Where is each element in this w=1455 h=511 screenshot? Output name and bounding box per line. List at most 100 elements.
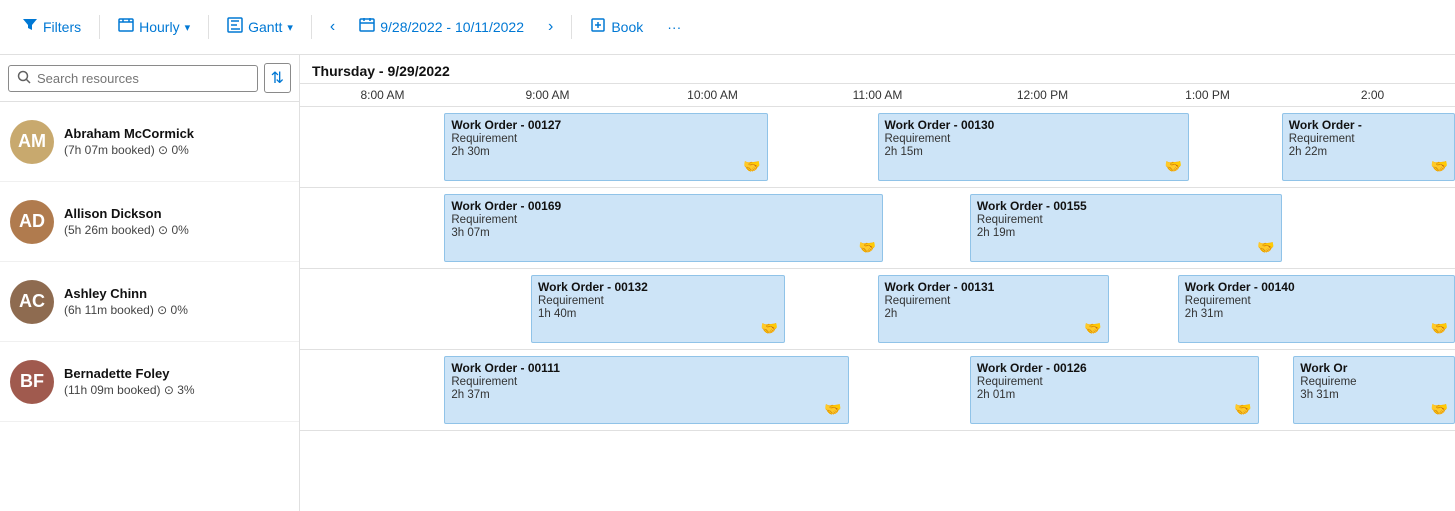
- gantt-timeline-header: 8:00 AM9:00 AM10:00 AM11:00 AM12:00 PM1:…: [300, 84, 1455, 107]
- gantt-label: Gantt: [248, 19, 282, 35]
- resource-name: Abraham McCormick: [64, 126, 289, 141]
- sort-icon: ⇅: [271, 70, 284, 87]
- work-order-title: Work Order - 00169: [451, 199, 876, 213]
- gantt-date-header: Thursday - 9/29/2022: [300, 55, 1455, 84]
- handshake-icon: 🤝: [824, 401, 841, 418]
- search-icon: [17, 70, 31, 87]
- resource-item[interactable]: AM Abraham McCormick (7h 07m booked) ⊙ 0…: [0, 102, 299, 182]
- timeline-hour: 1:00 PM: [1125, 88, 1290, 102]
- work-order-title: Work Order -: [1289, 118, 1448, 132]
- book-button[interactable]: Book: [580, 12, 653, 43]
- hourly-chevron: ▾: [185, 21, 191, 34]
- prev-button[interactable]: ‹: [320, 13, 345, 41]
- filter-icon: [22, 17, 38, 38]
- avatar: AD: [10, 200, 54, 244]
- work-order-block[interactable]: Work Or Requireme 3h 31m 🤝: [1293, 356, 1455, 424]
- work-order-block[interactable]: Work Order - 00127 Requirement 2h 30m 🤝: [444, 113, 767, 181]
- work-order-duration: 2h 15m: [885, 146, 1183, 158]
- resource-item[interactable]: AC Ashley Chinn (6h 11m booked) ⊙ 0%: [0, 262, 299, 342]
- timeline-hour: 9:00 AM: [465, 88, 630, 102]
- gantt-row: Work Order - 00111 Requirement 2h 37m 🤝 …: [300, 350, 1455, 431]
- work-order-title: Work Order - 00130: [885, 118, 1183, 132]
- resource-info: Bernadette Foley (11h 09m booked) ⊙ 3%: [64, 366, 289, 397]
- resource-name: Ashley Chinn: [64, 286, 289, 301]
- work-order-duration: 2h: [885, 308, 1102, 320]
- work-order-block[interactable]: Work Order - Requirement 2h 22m 🤝: [1282, 113, 1455, 181]
- handshake-icon: 🤝: [1234, 401, 1251, 418]
- resource-info: Abraham McCormick (7h 07m booked) ⊙ 0%: [64, 126, 289, 157]
- resource-item[interactable]: BF Bernadette Foley (11h 09m booked) ⊙ 3…: [0, 342, 299, 422]
- avatar: AM: [10, 120, 54, 164]
- separator-2: [208, 15, 209, 39]
- work-order-type: Requirement: [885, 133, 1183, 145]
- work-order-title: Work Order - 00132: [538, 280, 778, 294]
- work-order-type: Requirement: [1185, 295, 1448, 307]
- hourly-button[interactable]: Hourly ▾: [108, 12, 200, 43]
- work-order-title: Work Order - 00127: [451, 118, 760, 132]
- main-layout: ⇅ AM Abraham McCormick (7h 07m booked) ⊙…: [0, 55, 1455, 511]
- work-order-block[interactable]: Work Order - 00169 Requirement 3h 07m 🤝: [444, 194, 883, 262]
- gantt-row: Work Order - 00169 Requirement 3h 07m 🤝 …: [300, 188, 1455, 269]
- separator-1: [99, 15, 100, 39]
- next-button[interactable]: ›: [538, 13, 563, 41]
- date-range-label: 9/28/2022 - 10/11/2022: [380, 19, 524, 35]
- work-order-title: Work Order - 00111: [451, 361, 841, 375]
- work-order-type: Requirement: [977, 214, 1275, 226]
- work-order-duration: 2h 22m: [1289, 146, 1448, 158]
- work-order-title: Work Order - 00131: [885, 280, 1102, 294]
- separator-4: [571, 15, 572, 39]
- prev-icon: ‹: [330, 18, 335, 36]
- book-label: Book: [611, 19, 643, 35]
- work-order-duration: 2h 01m: [977, 389, 1252, 401]
- resources-list: AM Abraham McCormick (7h 07m booked) ⊙ 0…: [0, 102, 299, 511]
- avatar: BF: [10, 360, 54, 404]
- resource-name: Allison Dickson: [64, 206, 289, 221]
- search-input[interactable]: [37, 71, 249, 86]
- resource-name: Bernadette Foley: [64, 366, 289, 381]
- next-icon: ›: [548, 18, 553, 36]
- sort-button[interactable]: ⇅: [264, 63, 291, 93]
- work-order-block[interactable]: Work Order - 00130 Requirement 2h 15m 🤝: [878, 113, 1190, 181]
- search-bar: ⇅: [0, 55, 299, 102]
- work-order-title: Work Order - 00126: [977, 361, 1252, 375]
- filters-button[interactable]: Filters: [12, 12, 91, 43]
- work-order-duration: 3h 31m: [1300, 389, 1448, 401]
- resource-meta: (5h 26m booked) ⊙ 0%: [64, 223, 289, 237]
- resource-meta: (6h 11m booked) ⊙ 0%: [64, 303, 289, 317]
- gantt-button[interactable]: Gantt ▾: [217, 12, 303, 43]
- handshake-icon: 🤝: [859, 239, 876, 256]
- work-order-block[interactable]: Work Order - 00132 Requirement 1h 40m 🤝: [531, 275, 785, 343]
- work-order-type: Requirement: [977, 376, 1252, 388]
- work-order-type: Requirement: [451, 214, 876, 226]
- handshake-icon: 🤝: [761, 320, 778, 337]
- left-panel: ⇅ AM Abraham McCormick (7h 07m booked) ⊙…: [0, 55, 300, 511]
- resource-meta: (7h 07m booked) ⊙ 0%: [64, 143, 289, 157]
- work-order-type: Requireme: [1300, 376, 1448, 388]
- hourly-icon: [118, 17, 134, 38]
- more-options-button[interactable]: ···: [657, 14, 691, 40]
- work-order-block[interactable]: Work Order - 00155 Requirement 2h 19m 🤝: [970, 194, 1282, 262]
- gantt-icon: [227, 17, 243, 38]
- work-order-duration: 2h 30m: [451, 146, 760, 158]
- resource-item[interactable]: AD Allison Dickson (5h 26m booked) ⊙ 0%: [0, 182, 299, 262]
- timeline-hour: 10:00 AM: [630, 88, 795, 102]
- work-order-duration: 3h 07m: [451, 227, 876, 239]
- gantt-track: Work Order - 00169 Requirement 3h 07m 🤝 …: [300, 188, 1455, 268]
- gantt-track: Work Order - 00132 Requirement 1h 40m 🤝 …: [300, 269, 1455, 349]
- work-order-duration: 1h 40m: [538, 308, 778, 320]
- work-order-block[interactable]: Work Order - 00126 Requirement 2h 01m 🤝: [970, 356, 1259, 424]
- search-input-wrapper: [8, 65, 258, 92]
- work-order-block[interactable]: Work Order - 00140 Requirement 2h 31m 🤝: [1178, 275, 1455, 343]
- handshake-icon: 🤝: [1431, 158, 1448, 175]
- resource-meta: (11h 09m booked) ⊙ 3%: [64, 383, 289, 397]
- work-order-block[interactable]: Work Order - 00131 Requirement 2h 🤝: [878, 275, 1109, 343]
- work-order-block[interactable]: Work Order - 00111 Requirement 2h 37m 🤝: [444, 356, 848, 424]
- resource-info: Allison Dickson (5h 26m booked) ⊙ 0%: [64, 206, 289, 237]
- date-range-button[interactable]: 9/28/2022 - 10/11/2022: [349, 12, 534, 43]
- gantt-row: Work Order - 00132 Requirement 1h 40m 🤝 …: [300, 269, 1455, 350]
- gantt-row: Work Order - 00127 Requirement 2h 30m 🤝 …: [300, 107, 1455, 188]
- handshake-icon: 🤝: [1431, 320, 1448, 337]
- timeline-hour: 11:00 AM: [795, 88, 960, 102]
- work-order-duration: 2h 19m: [977, 227, 1275, 239]
- work-order-type: Requirement: [538, 295, 778, 307]
